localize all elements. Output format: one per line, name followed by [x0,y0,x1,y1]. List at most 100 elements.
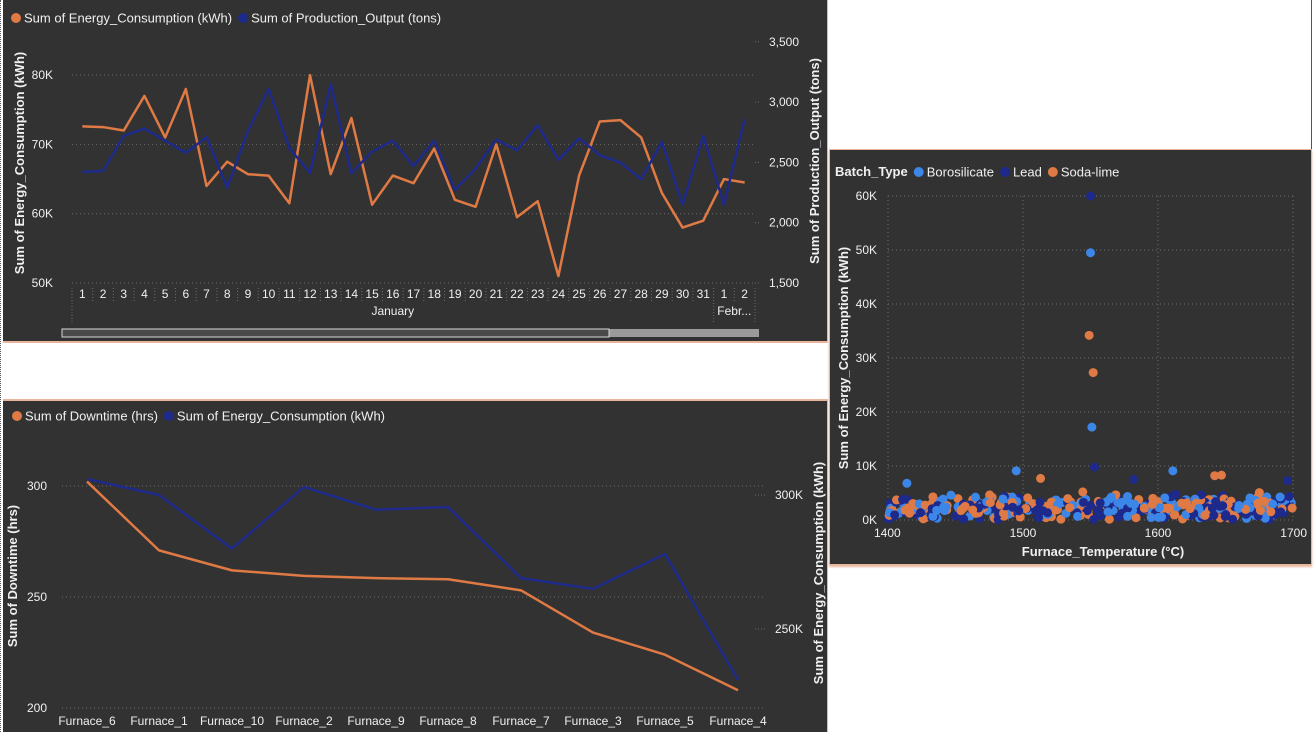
data-point-lead[interactable] [1090,462,1100,472]
energy-production-by-day-chart[interactable]: Sum of Energy_Consumption (kWh) Sum of Pr… [3,0,828,343]
data-point-lead[interactable] [1043,508,1053,518]
data-point-lead[interactable] [1078,497,1088,507]
data-point-soda-lime[interactable] [1287,503,1297,513]
legend-item-1[interactable]: Sum of Energy_Consumption (kWh) [177,409,385,424]
legend-item-2[interactable]: Soda-lime [1061,165,1120,180]
data-point-soda-lime[interactable] [985,498,995,508]
x-axis-title: Furnace_Temperature (°C) [1022,544,1184,559]
x-tick-label: Furnace_9 [347,714,405,728]
x-tick-label: Furnace_1 [130,714,188,728]
data-point-lead[interactable] [1171,489,1181,499]
data-point-borosilicate[interactable] [1275,492,1285,502]
data-point-lead[interactable] [1129,475,1139,484]
data-point-soda-lime[interactable] [1088,368,1098,378]
x-tick-label: 1 [721,287,728,301]
legend-item-1[interactable]: Lead [1013,165,1042,180]
data-point-lead[interactable] [1221,509,1231,519]
data-point-lead[interactable] [1283,476,1293,486]
data-point-soda-lime[interactable] [1185,504,1195,514]
data-point-lead[interactable] [1089,514,1099,524]
data-point-borosilicate[interactable] [998,494,1008,504]
data-point-soda-lime[interactable] [960,501,970,511]
y2-axis-title: Sum of Energy_Consumption (kWh) [811,462,826,684]
energy-vs-temperature-scatter[interactable]: Batch_Type Borosilicate Lead Soda-lime 0K 10K… [829,149,1312,565]
downtime-energy-by-furnace-chart[interactable]: Sum of Downtime (hrs) Sum of Energy_Consu… [3,399,828,732]
y-tick-label: 50K [32,276,53,290]
data-point-lead[interactable] [1284,492,1294,502]
data-point-soda-lime[interactable] [1255,505,1265,515]
data-point-lead[interactable] [898,495,908,505]
data-point-lead[interactable] [915,508,925,518]
y-tick-label: 60K [32,207,53,221]
data-point-borosilicate[interactable] [1106,492,1116,502]
data-point-soda-lime[interactable] [1164,503,1174,513]
y2-tick-label: 250K [775,622,803,636]
data-point-lead[interactable] [1218,501,1228,511]
x-tick-label: 23 [531,287,545,301]
data-point-borosilicate[interactable] [1160,493,1170,503]
data-point-borosilicate[interactable] [1073,511,1083,521]
data-point-borosilicate[interactable] [1157,512,1167,522]
data-point-borosilicate[interactable] [946,490,956,500]
y-tick-label: 0K [862,513,877,527]
data-point-borosilicate[interactable] [1234,501,1244,511]
x-tick-label: 11 [283,287,296,301]
data-point-lead[interactable] [890,510,900,520]
x-tick-label: 28 [634,287,648,301]
data-point-lead[interactable] [1086,191,1095,201]
data-point-lead[interactable] [959,514,969,524]
data-point-soda-lime[interactable] [1147,499,1157,509]
data-point-borosilicate[interactable] [1087,422,1097,432]
x-tick-label: 1500 [1010,526,1037,540]
data-point-borosilicate[interactable] [902,478,912,488]
x-tick-label: 2 [100,287,107,301]
data-point-borosilicate[interactable] [970,492,980,502]
data-point-soda-lime[interactable] [1078,487,1088,497]
data-point-lead[interactable] [1276,507,1286,517]
data-point-borosilicate[interactable] [1123,511,1133,521]
data-point-borosilicate[interactable] [1146,513,1156,523]
data-point-borosilicate[interactable] [1168,466,1178,476]
legend-item-0[interactable]: Sum of Energy_Consumption (kWh) [24,11,232,26]
data-point-borosilicate[interactable] [1268,499,1278,509]
data-point-borosilicate[interactable] [1114,498,1124,508]
data-point-lead[interactable] [1207,503,1217,513]
legend-marker-1 [999,167,1010,177]
data-point-soda-lime[interactable] [1139,503,1149,513]
data-point-borosilicate[interactable] [1011,466,1021,476]
data-point-soda-lime[interactable] [1084,330,1094,340]
series-line-energy-consumption[interactable] [82,73,745,278]
legend-item-1[interactable]: Sum of Production_Output (tons) [251,11,441,26]
data-point-borosilicate[interactable] [1130,499,1140,509]
data-point-soda-lime[interactable] [1259,496,1269,506]
x-tick-label: 13 [324,287,338,301]
data-point-lead[interactable] [1034,513,1044,523]
x-tick-label: 30 [676,287,690,301]
data-point-soda-lime[interactable] [1177,498,1187,508]
legend-marker-1 [163,411,174,421]
y-tick-label: 80K [32,68,53,82]
data-point-soda-lime[interactable] [900,505,910,515]
data-point-lead[interactable] [1035,497,1045,507]
legend-item-0[interactable]: Borosilicate [927,165,994,180]
data-point-borosilicate[interactable] [1086,248,1095,258]
data-point-lead[interactable] [1114,512,1124,522]
legend-item-0[interactable]: Sum of Downtime (hrs) [25,409,158,424]
data-point-lead[interactable] [1008,502,1018,512]
data-point-soda-lime[interactable] [1216,470,1226,480]
data-point-borosilicate[interactable] [1103,507,1113,517]
x-tick-label: 17 [407,287,421,301]
legend-marker-0 [12,411,22,421]
data-point-lead[interactable] [1095,498,1105,508]
data-point-soda-lime[interactable] [1065,503,1075,513]
data-point-soda-lime[interactable] [1266,507,1276,517]
x-tick-label: 1700 [1280,526,1307,540]
series-line-production-output[interactable] [82,82,746,206]
data-point-borosilicate[interactable] [932,505,942,515]
x-tick-label: 14 [345,287,359,301]
page-divider [0,0,1,732]
y2-tick-label: 1,500 [769,276,799,290]
y2-tick-label: 3,500 [769,35,799,49]
data-point-soda-lime[interactable] [1036,473,1046,483]
scrollbar-thumb[interactable] [61,328,610,338]
